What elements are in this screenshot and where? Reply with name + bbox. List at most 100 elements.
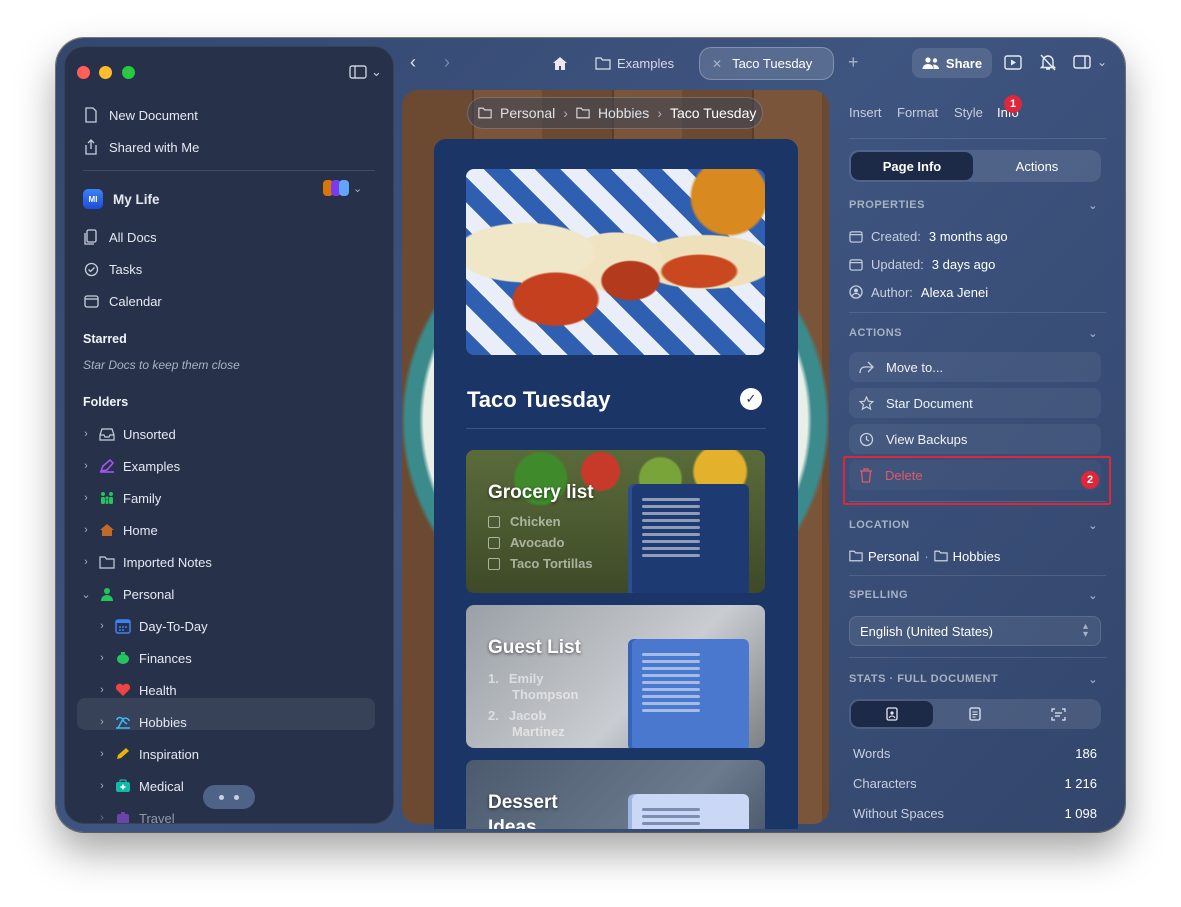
home-icon: [553, 57, 567, 70]
checklist-item: Chicken: [488, 514, 561, 529]
folder-travel[interactable]: › Travel: [97, 806, 175, 823]
document-person-icon: [886, 707, 898, 721]
back-button[interactable]: ‹: [410, 52, 416, 73]
folder-label: Hobbies: [139, 714, 187, 730]
notifications-button[interactable]: [1040, 54, 1056, 71]
starred-hint: Star Docs to keep them close: [83, 358, 240, 372]
collaborator-avatars[interactable]: ⌄: [323, 180, 362, 196]
tab-insert[interactable]: Insert: [849, 105, 882, 120]
share-button[interactable]: Share: [912, 48, 992, 78]
sidebar-item-calendar[interactable]: Calendar: [83, 289, 162, 313]
calendar-icon: [849, 258, 863, 271]
folder-health[interactable]: › Health: [97, 678, 176, 702]
folder-label: Inspiration: [139, 746, 199, 762]
spelling-section-header[interactable]: SPELLING ⌄: [849, 587, 1106, 603]
star-document-button[interactable]: Star Document: [849, 388, 1101, 418]
forward-button[interactable]: ›: [444, 52, 450, 73]
checkmark-icon[interactable]: ✓: [740, 388, 762, 410]
folder-medical[interactable]: › Medical: [97, 774, 184, 798]
list-item: Thompson: [512, 687, 579, 702]
page-tile-grocery-list[interactable]: Grocery list Chicken Avocado Taco Tortil…: [466, 450, 765, 593]
stats-page-scope[interactable]: [934, 701, 1016, 727]
inspector-toggle-button[interactable]: ⌄: [1073, 55, 1107, 69]
shared-with-me-button[interactable]: Shared with Me: [83, 135, 199, 159]
chevron-down-icon: ⌄: [1088, 673, 1098, 686]
home-button[interactable]: [552, 56, 568, 71]
folder-family[interactable]: › Family: [81, 486, 161, 510]
inspector-divider: [849, 657, 1106, 658]
tab-taco-tuesday[interactable]: ✕ Taco Tuesday: [699, 47, 834, 80]
folder-examples[interactable]: › Examples: [81, 454, 180, 478]
chevron-left-icon: ‹: [410, 52, 416, 72]
chevron-right-icon: ›: [84, 492, 88, 504]
star-icon: [859, 395, 874, 410]
folder-day-to-day[interactable]: › Day-To-Day: [97, 614, 208, 638]
page-tile-guest-list[interactable]: Guest List 1. Emily Thompson 2. Jacob Mart…: [466, 605, 765, 748]
breadcrumb: Personal › Hobbies › Taco Tuesday: [467, 97, 763, 129]
folder-hobbies[interactable]: › Hobbies: [97, 710, 187, 734]
workspace-switcher[interactable]: MI My Life: [83, 187, 160, 211]
minimize-window-button[interactable]: [99, 66, 112, 79]
folder-icon: [595, 57, 611, 70]
new-document-button[interactable]: New Document: [83, 103, 198, 127]
stats-document-scope[interactable]: [851, 701, 933, 727]
folder-imported-notes[interactable]: › Imported Notes: [81, 550, 212, 574]
sidebar-item-all-docs[interactable]: All Docs: [83, 225, 157, 249]
heart-icon: [115, 683, 131, 696]
action-label: View Backups: [886, 431, 968, 447]
chevron-down-icon: ⌄: [1088, 519, 1098, 532]
sidebar-divider: [83, 170, 375, 171]
folder-personal[interactable]: ⌄ Personal: [81, 582, 174, 606]
new-tab-button[interactable]: +: [848, 52, 859, 73]
sidebar-item-tasks[interactable]: Tasks: [83, 257, 142, 281]
move-to-button[interactable]: Move to...: [849, 352, 1101, 382]
folder-unsorted[interactable]: › Unsorted: [81, 422, 176, 446]
segment-page-info[interactable]: Page Info: [851, 152, 973, 180]
scroll-pill-handle[interactable]: [203, 785, 255, 809]
document-title[interactable]: Taco Tuesday: [467, 387, 610, 413]
close-window-button[interactable]: [77, 66, 90, 79]
property-created: Created: 3 months ago: [849, 226, 1008, 246]
play-icon: [1004, 55, 1022, 70]
breadcrumb-item[interactable]: Personal: [500, 105, 555, 121]
zoom-window-button[interactable]: [122, 66, 135, 79]
medkit-icon: [116, 779, 130, 792]
folder-home[interactable]: › Home: [81, 518, 158, 542]
chevron-right-icon: ›: [100, 748, 104, 760]
tab-style[interactable]: Style: [954, 105, 983, 120]
property-updated: Updated: 3 days ago: [849, 254, 995, 274]
breadcrumb-item[interactable]: Hobbies: [598, 105, 649, 121]
page-tile-dessert-ideas[interactable]: Dessert Ideas: [466, 760, 765, 829]
checklist-item: Avocado: [488, 535, 564, 550]
inspector-icon: [1073, 55, 1091, 69]
tab-format[interactable]: Format: [897, 105, 938, 120]
folder-inspiration[interactable]: › Inspiration: [97, 742, 199, 766]
spelling-language-select[interactable]: English (United States) ▴ ▾: [849, 616, 1101, 646]
folder-label: Medical: [139, 778, 184, 794]
folders-heading: Folders: [83, 395, 129, 409]
location-section-header[interactable]: LOCATION ⌄: [849, 517, 1106, 533]
updown-chevron-icon: ▴ ▾: [1082, 621, 1088, 640]
calendar-grid-icon: [115, 619, 131, 634]
view-backups-button[interactable]: View Backups: [849, 424, 1101, 454]
checklist-item: Taco Tortillas: [488, 556, 593, 571]
stats-selection-scope[interactable]: [1017, 701, 1099, 727]
close-tab-icon[interactable]: ✕: [712, 57, 722, 71]
plus-icon: +: [848, 52, 859, 72]
present-button[interactable]: [1004, 55, 1022, 70]
segment-actions[interactable]: Actions: [975, 152, 1099, 180]
properties-section-header[interactable]: PROPERTIES ⌄: [849, 197, 1106, 213]
stats-section-header[interactable]: STATS · FULL DOCUMENT ⌄: [849, 671, 1106, 687]
actions-section-header[interactable]: ACTIONS ⌄: [849, 325, 1106, 341]
folder-finances[interactable]: › Finances: [97, 646, 192, 670]
chevron-down-icon: ⌄: [1088, 327, 1098, 340]
tab-examples[interactable]: Examples: [595, 56, 674, 71]
stat-characters: Characters 1 216: [853, 775, 1097, 791]
chevron-down-icon: ⌄: [371, 64, 382, 79]
page-info-actions-segment: Page Info Actions: [849, 150, 1101, 182]
folder-label: Home: [123, 522, 158, 538]
card-divider: [466, 428, 766, 429]
sidebar-toggle-button[interactable]: ⌄: [349, 64, 382, 80]
location-path[interactable]: Personal · Hobbies: [849, 546, 1000, 566]
pencil-icon: [117, 748, 129, 759]
